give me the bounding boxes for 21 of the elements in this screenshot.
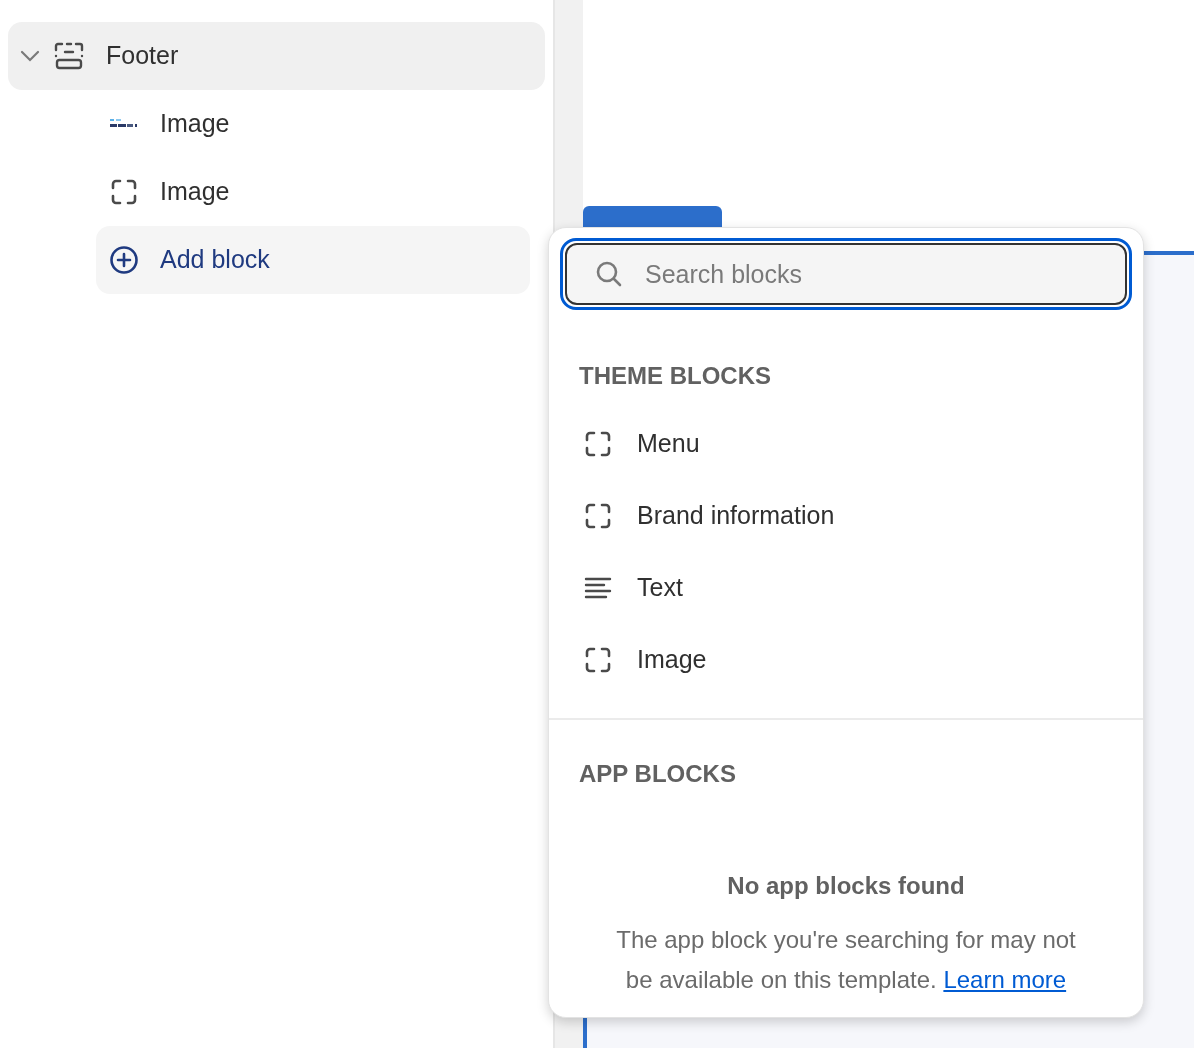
block-row[interactable]: Image: [96, 158, 545, 226]
block-option[interactable]: Brand information: [579, 480, 1113, 552]
search-field[interactable]: Search blocks: [565, 243, 1127, 305]
block-option[interactable]: Text: [579, 552, 1113, 624]
search-icon: [595, 260, 623, 288]
section-heading: APP BLOCKS: [579, 759, 737, 789]
plus-circle-icon: [109, 245, 139, 275]
empty-state-title: No app blocks found: [726, 871, 966, 901]
add-block-button[interactable]: Add block: [96, 226, 530, 294]
image-thumbnail-icon: [109, 118, 139, 130]
learn-more-link[interactable]: Learn more: [943, 966, 1067, 993]
section-heading: THEME BLOCKS: [579, 361, 772, 391]
footer-section-icon: [54, 42, 84, 70]
empty-state-text: The app block you're searching for may not be available on this template. Learn more: [615, 925, 1077, 995]
section-row[interactable]: Footer: [8, 22, 545, 90]
block-option[interactable]: Image: [579, 624, 1113, 696]
text-lines-icon: [584, 576, 612, 600]
section-label: Footer: [106, 40, 179, 72]
block-option[interactable]: Menu: [579, 408, 1113, 480]
block-row[interactable]: Image: [96, 90, 545, 158]
chevron-down-icon: [20, 50, 40, 62]
